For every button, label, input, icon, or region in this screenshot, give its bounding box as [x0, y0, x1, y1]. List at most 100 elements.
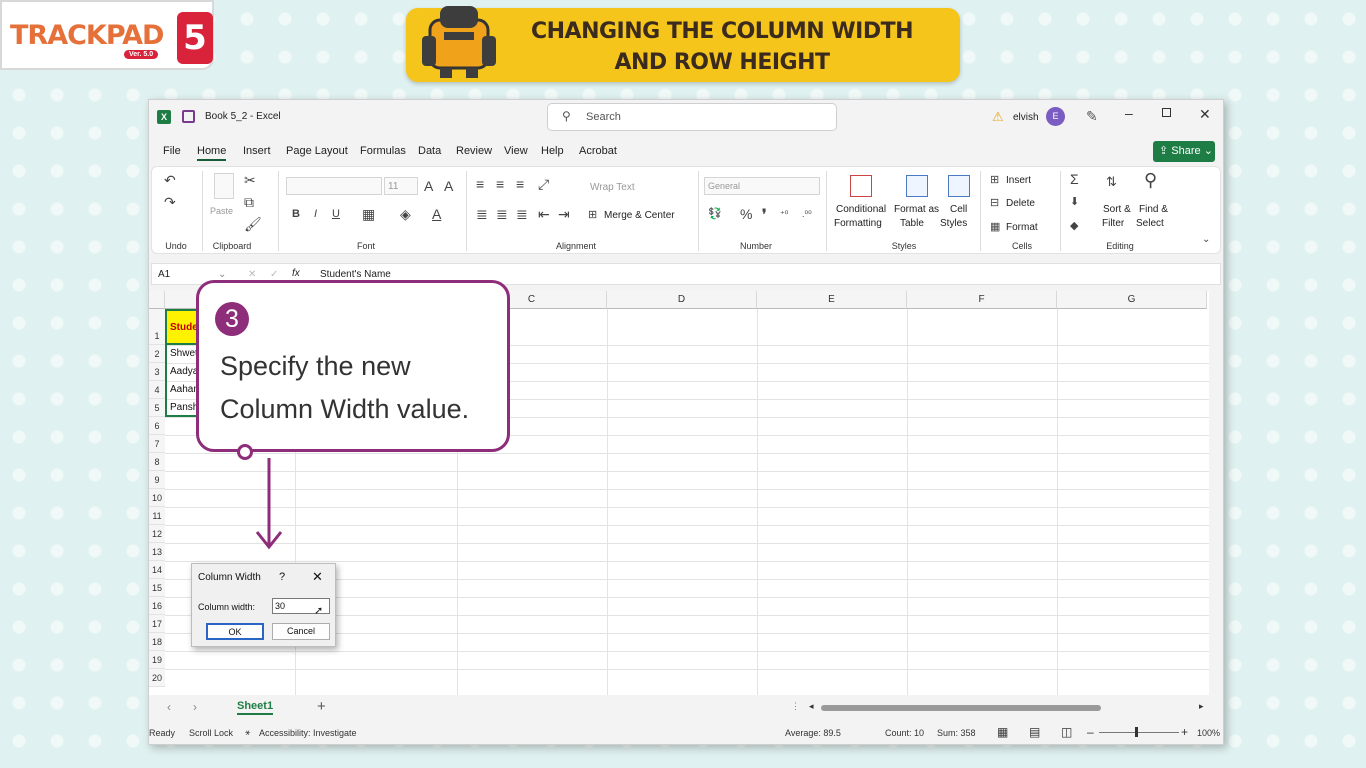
align-center-icon[interactable]: ≣ — [496, 207, 508, 221]
row-header[interactable]: 19 — [149, 651, 165, 669]
tab-page-layout[interactable]: Page Layout — [286, 145, 348, 157]
font-size-select[interactable]: 11 — [384, 177, 418, 195]
italic-icon[interactable]: I — [314, 207, 317, 221]
restore-icon[interactable] — [1162, 108, 1171, 117]
sort-filter-label-1[interactable]: Sort & — [1103, 203, 1131, 216]
decrease-indent-icon[interactable]: ⇤ — [538, 207, 550, 221]
row-header[interactable]: 11 — [149, 507, 165, 525]
fill-icon[interactable]: ⬇ — [1070, 195, 1079, 209]
decrease-font-icon[interactable]: A — [444, 179, 453, 193]
close-icon[interactable]: ✕ — [1199, 106, 1211, 123]
avatar[interactable]: E — [1046, 107, 1065, 126]
column-header-e[interactable]: E — [757, 291, 907, 309]
orientation-icon[interactable]: ⤢ — [538, 177, 549, 191]
ok-button[interactable]: OK — [206, 623, 264, 640]
paste-label[interactable]: Paste — [210, 205, 233, 218]
copy-icon[interactable]: ⧉ — [244, 195, 254, 209]
delete-cells-icon[interactable]: ⊟ — [990, 196, 999, 210]
row-header[interactable]: 13 — [149, 543, 165, 561]
row-header[interactable]: 7 — [149, 435, 165, 453]
decrease-decimal-icon[interactable]: .⁰⁰ — [802, 207, 812, 221]
fill-color-icon[interactable]: ◈ — [400, 207, 411, 221]
select-all-corner[interactable] — [149, 291, 165, 309]
clear-icon[interactable]: ◆ — [1070, 219, 1078, 233]
align-right-icon[interactable]: ≣ — [516, 207, 528, 221]
merge-center-button[interactable]: Merge & Center — [604, 209, 675, 222]
zoom-out-icon[interactable]: – — [1087, 725, 1094, 739]
cell-styles-label-2[interactable]: Styles — [940, 217, 967, 230]
font-color-icon[interactable]: A — [432, 207, 441, 221]
format-painter-icon[interactable]: 🖌 — [244, 217, 262, 231]
fx-icon[interactable]: fx — [292, 267, 300, 280]
autosum-icon[interactable]: Σ — [1070, 172, 1079, 186]
scroll-right-icon[interactable]: ▸ — [1199, 701, 1204, 712]
row-header[interactable]: 6 — [149, 417, 165, 435]
sheet-options-icon[interactable]: ⋮ — [791, 701, 800, 712]
tab-acrobat[interactable]: Acrobat — [579, 145, 617, 157]
tab-home[interactable]: Home — [197, 145, 227, 161]
row-header[interactable]: 5 — [149, 399, 165, 417]
row-header[interactable]: 10 — [149, 489, 165, 507]
minimize-icon[interactable]: – — [1125, 105, 1133, 121]
share-button[interactable]: ⇪ Share ⌄ — [1153, 141, 1215, 162]
increase-indent-icon[interactable]: ⇥ — [558, 207, 570, 221]
tab-formulas[interactable]: Formulas — [360, 145, 406, 157]
column-header-f[interactable]: F — [907, 291, 1057, 309]
user-name[interactable]: elvish — [1013, 112, 1039, 123]
align-middle-icon[interactable]: ≡ — [496, 177, 504, 191]
tab-data[interactable]: Data — [418, 145, 441, 157]
name-box[interactable]: A1 — [158, 268, 170, 281]
format-cells-button[interactable]: Format — [1006, 221, 1038, 234]
row-header[interactable]: 17 — [149, 615, 165, 633]
row-header[interactable]: 20 — [149, 669, 165, 687]
normal-view-icon[interactable]: ▦ — [997, 725, 1008, 739]
sheet-tab-sheet1[interactable]: Sheet1 — [237, 700, 274, 715]
next-sheet-icon[interactable]: › — [193, 700, 197, 714]
underline-icon[interactable]: U — [332, 207, 340, 221]
format-as-table-label-1[interactable]: Format as — [894, 203, 939, 216]
merge-center-icon[interactable]: ⊞ — [588, 208, 597, 222]
page-break-view-icon[interactable]: ◫ — [1061, 725, 1072, 739]
row-header[interactable]: 15 — [149, 579, 165, 597]
dialog-close-icon[interactable]: ✕ — [312, 569, 323, 585]
delete-cells-button[interactable]: Delete — [1006, 197, 1035, 210]
wrap-text-button[interactable]: Wrap Text — [590, 181, 635, 194]
page-layout-view-icon[interactable]: ▤ — [1029, 725, 1040, 739]
save-icon[interactable] — [182, 110, 195, 123]
cut-icon[interactable]: ✂ — [244, 173, 256, 187]
scroll-left-icon[interactable]: ◂ — [809, 701, 814, 712]
paste-icon[interactable] — [214, 173, 234, 199]
align-left-icon[interactable]: ≣ — [476, 207, 488, 221]
column-header-d[interactable]: D — [607, 291, 757, 309]
tab-review[interactable]: Review — [456, 145, 492, 157]
insert-cells-button[interactable]: Insert — [1006, 174, 1031, 187]
sort-filter-label-2[interactable]: Filter — [1102, 217, 1124, 230]
zoom-slider-thumb[interactable] — [1135, 727, 1138, 737]
tab-insert[interactable]: Insert — [243, 145, 271, 157]
bold-icon[interactable]: B — [292, 207, 300, 221]
find-select-label-2[interactable]: Select — [1136, 217, 1164, 230]
status-accessibility[interactable]: Accessibility: Investigate — [259, 728, 357, 738]
search-input[interactable]: ⚲ Search — [547, 103, 837, 131]
warning-icon[interactable]: ⚠ — [992, 109, 1004, 125]
conditional-formatting-label-1[interactable]: Conditional — [836, 203, 886, 216]
row-header[interactable]: 8 — [149, 453, 165, 471]
format-as-table-icon[interactable] — [906, 175, 928, 197]
accounting-format-icon[interactable]: 💱 — [708, 207, 722, 221]
borders-icon[interactable]: ▦ — [362, 207, 375, 221]
font-name-select[interactable] — [286, 177, 382, 195]
ribbon-collapse-icon[interactable]: ⌄ — [1202, 233, 1210, 247]
tab-help[interactable]: Help — [541, 145, 564, 157]
format-cells-icon[interactable]: ▦ — [990, 220, 1000, 234]
column-header-g[interactable]: G — [1057, 291, 1207, 309]
add-sheet-icon[interactable]: + — [317, 698, 326, 715]
cancel-button[interactable]: Cancel — [272, 623, 330, 640]
format-as-table-label-2[interactable]: Table — [900, 217, 924, 230]
find-select-label-1[interactable]: Find & — [1139, 203, 1168, 216]
pen-icon[interactable]: ✎ — [1086, 108, 1098, 125]
align-top-icon[interactable]: ≡ — [476, 177, 484, 191]
percent-icon[interactable]: % — [740, 207, 752, 221]
tab-file[interactable]: File — [163, 145, 181, 157]
zoom-in-icon[interactable]: + — [1181, 725, 1188, 739]
zoom-slider[interactable] — [1099, 732, 1179, 733]
